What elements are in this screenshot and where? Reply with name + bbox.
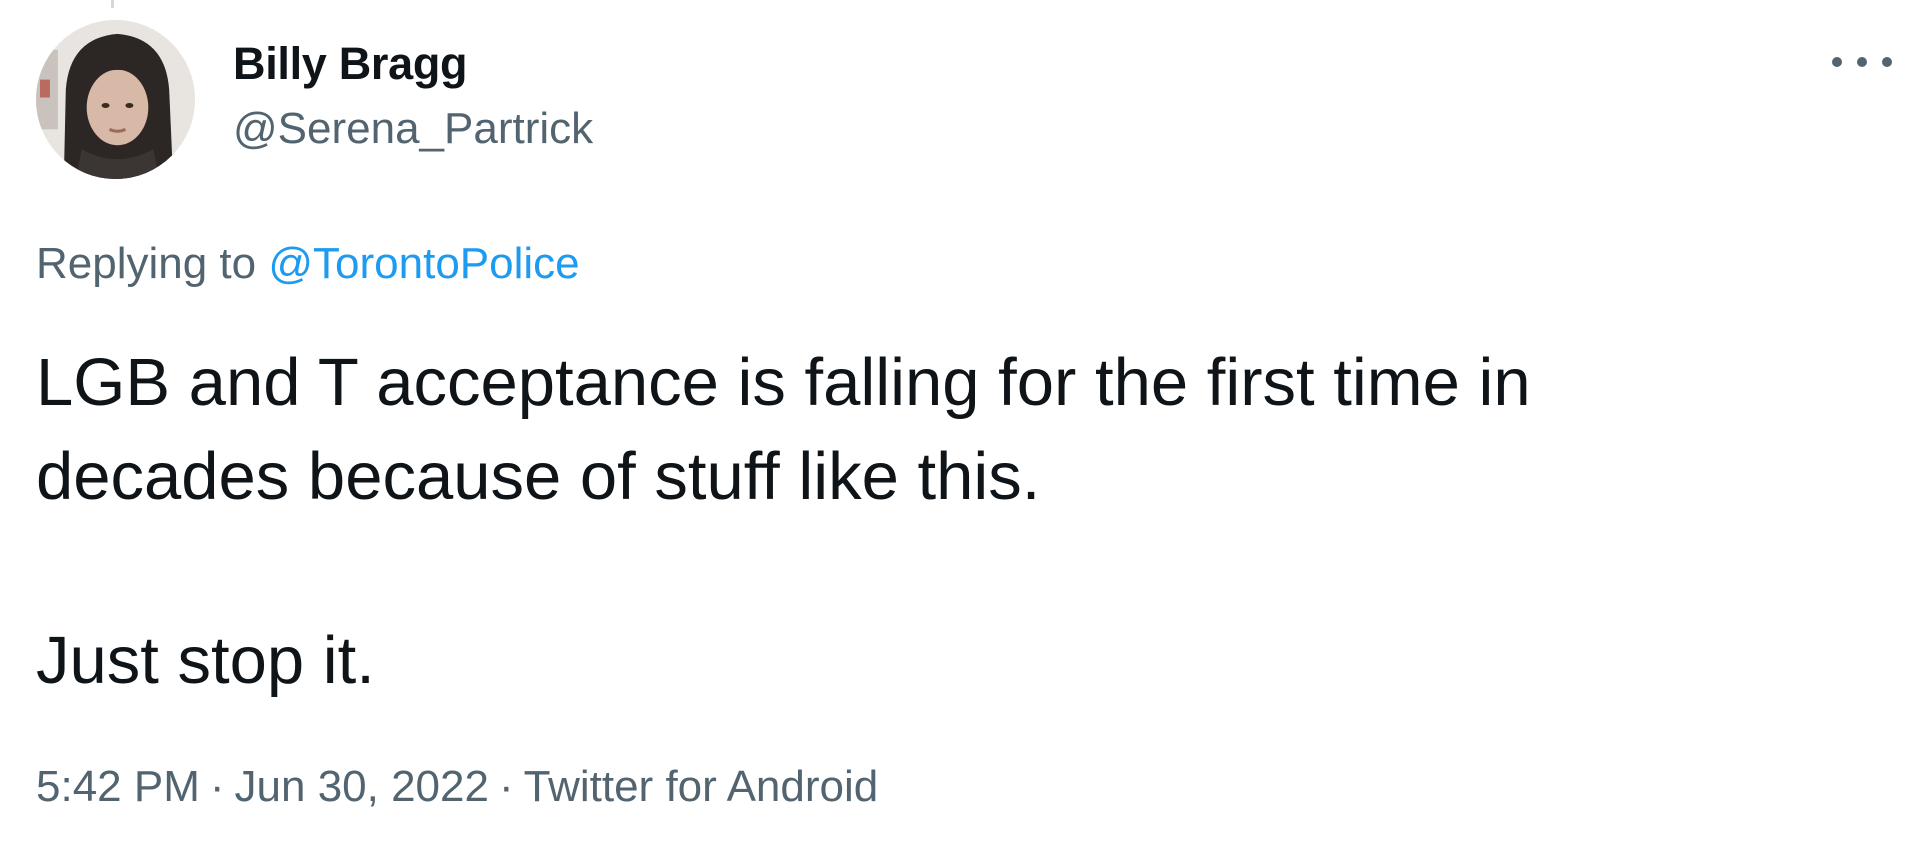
tweet-text-line: Just stop it. — [36, 623, 375, 698]
avatar[interactable] — [36, 20, 195, 179]
thread-line — [111, 0, 114, 8]
avatar-image — [36, 20, 195, 179]
author-block: Billy Bragg @Serena_Partrick — [233, 34, 593, 159]
tweet-text: LGB and T acceptance is falling for the … — [36, 336, 1836, 708]
tweet-text-line: LGB and T acceptance is falling for the … — [36, 345, 1531, 420]
tweet-time[interactable]: 5:42 PM — [36, 762, 200, 811]
more-options-button[interactable] — [1832, 42, 1892, 82]
more-options-icon-dot — [1882, 57, 1892, 67]
tweet-card: Billy Bragg @Serena_Partrick Replying to… — [0, 0, 1920, 843]
tweet-date[interactable]: Jun 30, 2022 — [235, 762, 489, 811]
more-options-icon-dot — [1857, 57, 1867, 67]
meta-separator: · — [498, 762, 514, 811]
user-handle[interactable]: @Serena_Partrick — [233, 99, 593, 159]
replying-to-label: Replying to — [36, 239, 269, 288]
meta-separator: · — [209, 762, 225, 811]
tweet-text-line: decades because of stuff like this. — [36, 439, 1041, 514]
reply-mention-link[interactable]: @TorontoPolice — [268, 239, 579, 288]
display-name[interactable]: Billy Bragg — [233, 34, 593, 94]
more-options-icon — [1832, 57, 1842, 67]
tweet-metadata: 5:42 PM · Jun 30, 2022 · Twitter for Android — [36, 757, 878, 817]
replying-to: Replying to @TorontoPolice — [36, 234, 580, 294]
tweet-source[interactable]: Twitter for Android — [524, 762, 879, 811]
